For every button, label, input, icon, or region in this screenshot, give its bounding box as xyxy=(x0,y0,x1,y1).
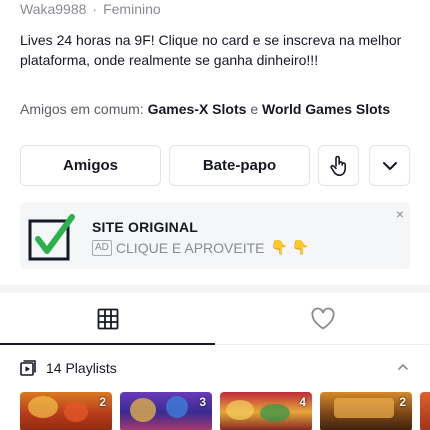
grid-icon xyxy=(97,308,118,330)
friends-button-label: Amigos xyxy=(62,157,118,174)
tab-videos[interactable] xyxy=(0,293,215,345)
playlist-thumbnail[interactable]: 2 xyxy=(320,392,412,430)
hand-pointer-icon xyxy=(329,155,346,176)
playlist-thumbnail[interactable]: 4 xyxy=(220,392,312,430)
playlist-count: 2 xyxy=(99,395,106,409)
chat-button-label: Bate-papo xyxy=(202,157,277,174)
username: Waka9988 xyxy=(20,1,87,17)
playlist-thumbnails: 2 3 4 2 xyxy=(20,392,430,430)
gender: Feminino xyxy=(103,1,161,17)
playlist-thumbnail[interactable]: 2 xyxy=(20,392,112,430)
mutual-friend-link[interactable]: World Games Slots xyxy=(262,101,390,117)
poke-button[interactable] xyxy=(318,145,359,186)
playlist-icon xyxy=(20,360,36,376)
playlists-count: 14 Playlists xyxy=(46,360,117,376)
more-options-button[interactable] xyxy=(369,145,410,186)
ad-card[interactable]: SITE ORIGINAL AD CLIQUE E APROVEITE 👇 👇 … xyxy=(20,202,410,269)
check-logo-icon xyxy=(28,214,75,261)
friends-button[interactable]: Amigos xyxy=(20,145,161,186)
playlist-count: 4 xyxy=(299,395,306,409)
ad-line: AD CLIQUE E APROVEITE 👇 👇 xyxy=(92,239,309,256)
tab-liked[interactable] xyxy=(215,293,430,345)
playlist-count: 3 xyxy=(199,395,206,409)
pointing-down-emoji-icon: 👇 👇 xyxy=(270,239,310,255)
heart-outline-icon xyxy=(310,307,335,330)
chevron-up-icon[interactable] xyxy=(396,360,410,374)
ad-title: SITE ORIGINAL xyxy=(92,219,199,235)
mutual-connector: e xyxy=(250,101,259,117)
profile-bio: Lives 24 horas na 9F! Clique no card e s… xyxy=(20,32,402,68)
playlist-thumbnail[interactable] xyxy=(420,392,430,430)
playlists-header[interactable]: 14 Playlists xyxy=(20,358,410,378)
playlist-count: 2 xyxy=(399,395,406,409)
playlist-thumbnail[interactable]: 3 xyxy=(120,392,212,430)
ad-tag: AD xyxy=(92,239,112,256)
ad-text: CLIQUE E APROVEITE xyxy=(115,239,265,256)
ad-close-icon[interactable]: × xyxy=(396,206,404,222)
active-tab-indicator xyxy=(0,343,215,345)
meta-separator: · xyxy=(92,1,98,17)
profile-meta: Waka9988 · Feminino xyxy=(20,1,161,17)
content-tabs xyxy=(0,293,430,345)
chat-button[interactable]: Bate-papo xyxy=(169,145,310,186)
section-divider xyxy=(0,285,430,293)
mutual-friends: Amigos em comum: Games-X Slots e World G… xyxy=(20,101,390,117)
chevron-down-icon xyxy=(382,161,397,170)
mutual-prefix: Amigos em comum: xyxy=(20,101,144,117)
mutual-friend-link[interactable]: Games-X Slots xyxy=(148,101,247,117)
